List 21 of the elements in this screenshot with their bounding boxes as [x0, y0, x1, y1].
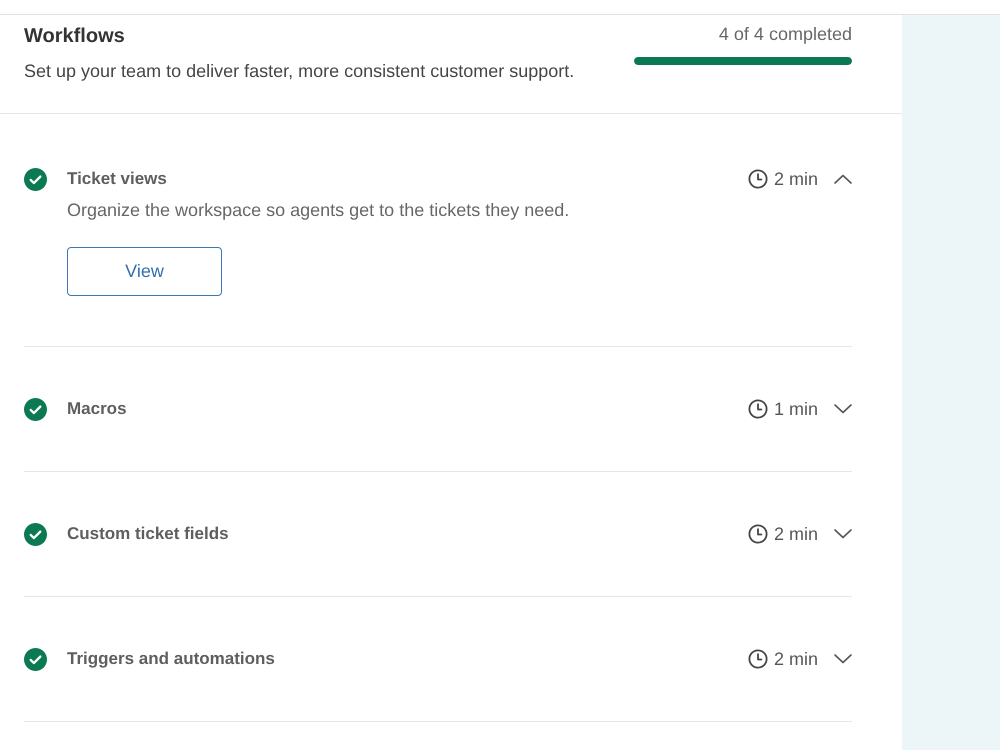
chevron-down-icon[interactable]	[834, 404, 852, 414]
duration-text: 2 min	[774, 524, 818, 544]
workflow-description: Organize the workspace so agents get to the tickets they need.	[67, 199, 570, 221]
clock-icon	[748, 649, 768, 669]
duration-text: 1 min	[774, 398, 818, 420]
clock-icon	[748, 399, 768, 419]
section-title: Workflows	[24, 24, 125, 48]
progress-text: 4 of 4 completed	[718, 24, 852, 44]
duration-text: 2 min	[774, 648, 818, 670]
section-subtitle: Set up your team to deliver faster, more consistent customer support.	[24, 60, 574, 82]
view-button[interactable]: View	[67, 247, 222, 296]
chevron-down-icon[interactable]	[834, 654, 852, 664]
workflow-title[interactable]: Macros	[67, 399, 127, 419]
clock-icon	[748, 169, 768, 189]
chevron-down-icon[interactable]	[834, 529, 852, 539]
workflow-title[interactable]: Triggers and automations	[67, 649, 275, 669]
workflow-title[interactable]: Ticket views	[67, 169, 167, 189]
chevron-up-icon[interactable]	[834, 174, 852, 184]
clock-icon	[748, 524, 768, 544]
duration-text: 2 min	[774, 168, 818, 190]
workflow-title[interactable]: Custom ticket fields	[67, 524, 229, 544]
